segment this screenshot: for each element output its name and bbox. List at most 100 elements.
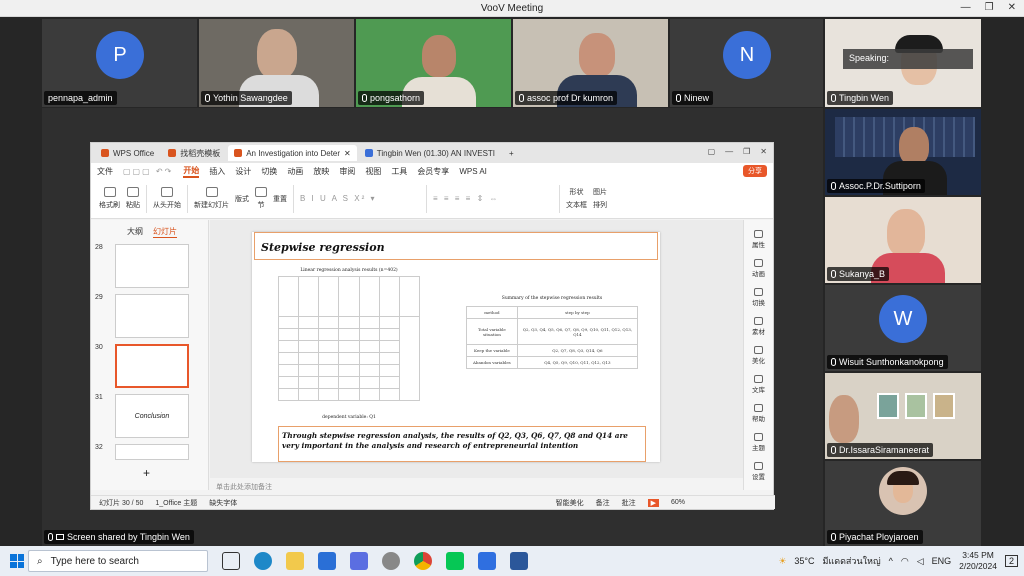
new-slide-button[interactable]: 新建幻灯片 xyxy=(194,187,229,210)
menu-slideshow[interactable]: 放映 xyxy=(313,166,329,177)
menu-tools[interactable]: 工具 xyxy=(391,166,407,177)
animation-button[interactable]: 动画 xyxy=(752,259,765,278)
layout-icon[interactable]: ▢ xyxy=(708,147,716,156)
shape-button[interactable]: 形状 文本框 xyxy=(566,187,587,210)
voov-icon[interactable] xyxy=(478,552,496,570)
quick-access-icons[interactable]: ▢▢▢ ↶↷ xyxy=(123,167,173,176)
new-tab-button[interactable]: + xyxy=(503,145,520,161)
tab-presentation[interactable]: An Investigation into Deter ✕ xyxy=(228,145,357,161)
beautify-button[interactable]: 美化 xyxy=(752,346,765,365)
volume-icon[interactable]: ◁ xyxy=(917,556,924,567)
menu-member[interactable]: 会员专享 xyxy=(417,166,449,177)
notification-icon[interactable]: 2 xyxy=(1004,555,1018,567)
format-painter-button[interactable]: 格式刷 xyxy=(99,187,120,210)
tab-document[interactable]: Tingbin Wen (01.30) AN INVESTI xyxy=(359,145,501,161)
maximize-button[interactable]: ❐ xyxy=(985,2,994,13)
task-view-icon[interactable] xyxy=(222,552,240,570)
zoom-level[interactable]: 60% xyxy=(671,499,685,506)
file-explorer-icon[interactable] xyxy=(286,552,304,570)
close-button[interactable]: ✕ xyxy=(1008,2,1016,13)
current-slide[interactable]: Stepwise regression Linear regression an… xyxy=(252,232,660,462)
notes-toggle[interactable]: 备注 xyxy=(596,498,610,508)
paragraph-controls[interactable]: ≡ ≡ ≡ ≡ ⇕ ⇔ xyxy=(433,194,553,203)
participant-tile-sukanya[interactable]: Sukanya_B xyxy=(825,197,981,283)
participant-tile-piyachat[interactable]: Piyachat Ployjaroen xyxy=(825,461,981,546)
help-button[interactable]: 帮助 xyxy=(752,404,765,423)
menu-review[interactable]: 审阅 xyxy=(339,166,355,177)
conclusion-text: Through stepwise regression analysis, th… xyxy=(278,426,646,462)
microphone-icon xyxy=(205,94,210,102)
menu-animation[interactable]: 动画 xyxy=(287,166,303,177)
tray-overflow-icon[interactable]: ^ xyxy=(889,556,893,566)
participant-tile-wisuit[interactable]: W Wisuit Sunthonkanokpong xyxy=(825,285,981,371)
edge-icon[interactable] xyxy=(254,552,272,570)
picture-button[interactable]: 图片 排列 xyxy=(593,187,607,210)
menu-wps-ai[interactable]: WPS AI xyxy=(459,167,487,176)
taskbar-search-box[interactable]: ⌕ Type here to search xyxy=(28,550,208,572)
transition-button[interactable]: 切换 xyxy=(752,288,765,307)
participant-tile-yothin[interactable]: Yothin Sawangdee xyxy=(199,19,354,107)
start-button[interactable] xyxy=(10,554,24,568)
slide-thumbnail-selected[interactable]: 30 xyxy=(95,344,189,388)
weather-description[interactable]: มีแดดส่วนใหญ่ xyxy=(823,554,881,568)
slide-thumbnail[interactable]: 31 Conclusion xyxy=(95,394,189,438)
input-language[interactable]: ENG xyxy=(932,556,952,566)
menu-file[interactable]: 文件 xyxy=(97,166,113,177)
line-icon[interactable] xyxy=(446,552,464,570)
paste-button[interactable]: 粘贴 xyxy=(126,187,140,210)
notes-placeholder[interactable]: 单击此处添加备注 xyxy=(210,478,745,496)
tab-template[interactable]: 找稻壳模板 xyxy=(162,145,226,161)
close-button[interactable]: ✕ xyxy=(760,147,767,156)
app-icon[interactable] xyxy=(382,552,400,570)
tab-wps-office[interactable]: WPS Office xyxy=(95,145,160,161)
play-button[interactable]: ▶ xyxy=(647,498,659,507)
participant-tile-issara[interactable]: Dr.IssaraSiramaneerat xyxy=(825,373,981,459)
menu-transition[interactable]: 切换 xyxy=(261,166,277,177)
smart-beautify-button[interactable]: 智能美化 xyxy=(556,498,584,508)
close-icon[interactable]: ✕ xyxy=(344,149,351,158)
add-slide-button[interactable]: + xyxy=(143,466,150,480)
menu-home[interactable]: 开始 xyxy=(183,165,200,178)
menu-view[interactable]: 视图 xyxy=(365,166,381,177)
avatar xyxy=(887,471,919,485)
slide-thumbnail[interactable]: 28 xyxy=(95,244,189,288)
regression-table xyxy=(277,276,421,401)
taskbar-clock[interactable]: 3:45 PM 2/20/2024 xyxy=(959,550,997,572)
font-controls[interactable]: B I U A S X² ▾ xyxy=(300,194,420,203)
windows-taskbar: ⌕ Type here to search ☀ 35°C มีแดดส่วนให… xyxy=(0,546,1024,576)
weather-temperature[interactable]: 35°C xyxy=(794,556,814,566)
minimize-button[interactable]: — xyxy=(725,147,733,156)
comments-toggle[interactable]: 批注 xyxy=(622,498,636,508)
tab-outline[interactable]: 大纲 xyxy=(127,226,143,238)
restore-button[interactable]: ❐ xyxy=(743,147,750,156)
slide-thumbnail[interactable]: 32 xyxy=(95,444,189,460)
menu-insert[interactable]: 插入 xyxy=(209,166,225,177)
participant-tile-suttiporn[interactable]: Assoc.P.Dr.Suttiporn xyxy=(825,109,981,195)
section-button[interactable]: 节 xyxy=(255,187,267,210)
slide-thumbnail[interactable]: 29 xyxy=(95,294,189,338)
minimize-button[interactable]: — xyxy=(961,2,971,13)
share-button[interactable]: 分享 xyxy=(743,165,767,177)
theme-name[interactable]: 1_Office 主题 xyxy=(155,498,197,508)
participant-tile-pennapa[interactable]: P pennapa_admin xyxy=(42,19,197,107)
word-icon[interactable] xyxy=(510,552,528,570)
menu-design[interactable]: 设计 xyxy=(235,166,251,177)
participant-tile-ninew[interactable]: N Ninew xyxy=(670,19,823,107)
reset-button[interactable]: 重置 xyxy=(273,194,287,204)
layout-button[interactable]: 版式 xyxy=(235,194,249,204)
from-start-button[interactable]: 从头开始 xyxy=(153,187,181,210)
chrome-icon[interactable] xyxy=(414,552,432,570)
network-icon[interactable]: ◠ xyxy=(901,556,909,567)
participant-tile-tingbin[interactable]: Speaking: Tingbin Wen xyxy=(825,19,981,107)
participant-tile-pongsathorn[interactable]: pongsathorn xyxy=(356,19,511,107)
participant-tile-kumron[interactable]: assoc prof Dr kumron xyxy=(513,19,668,107)
properties-button[interactable]: 属性 xyxy=(752,230,765,249)
settings-button[interactable]: 设置 xyxy=(752,462,765,481)
theme-button[interactable]: 主题 xyxy=(752,433,765,452)
assets-button[interactable]: 素材 xyxy=(752,317,765,336)
missing-font-button[interactable]: 缺失字体 xyxy=(209,498,237,508)
mail-icon[interactable] xyxy=(318,552,336,570)
tab-slides[interactable]: 幻灯片 xyxy=(153,226,177,238)
store-icon[interactable] xyxy=(350,552,368,570)
library-button[interactable]: 文库 xyxy=(752,375,765,394)
